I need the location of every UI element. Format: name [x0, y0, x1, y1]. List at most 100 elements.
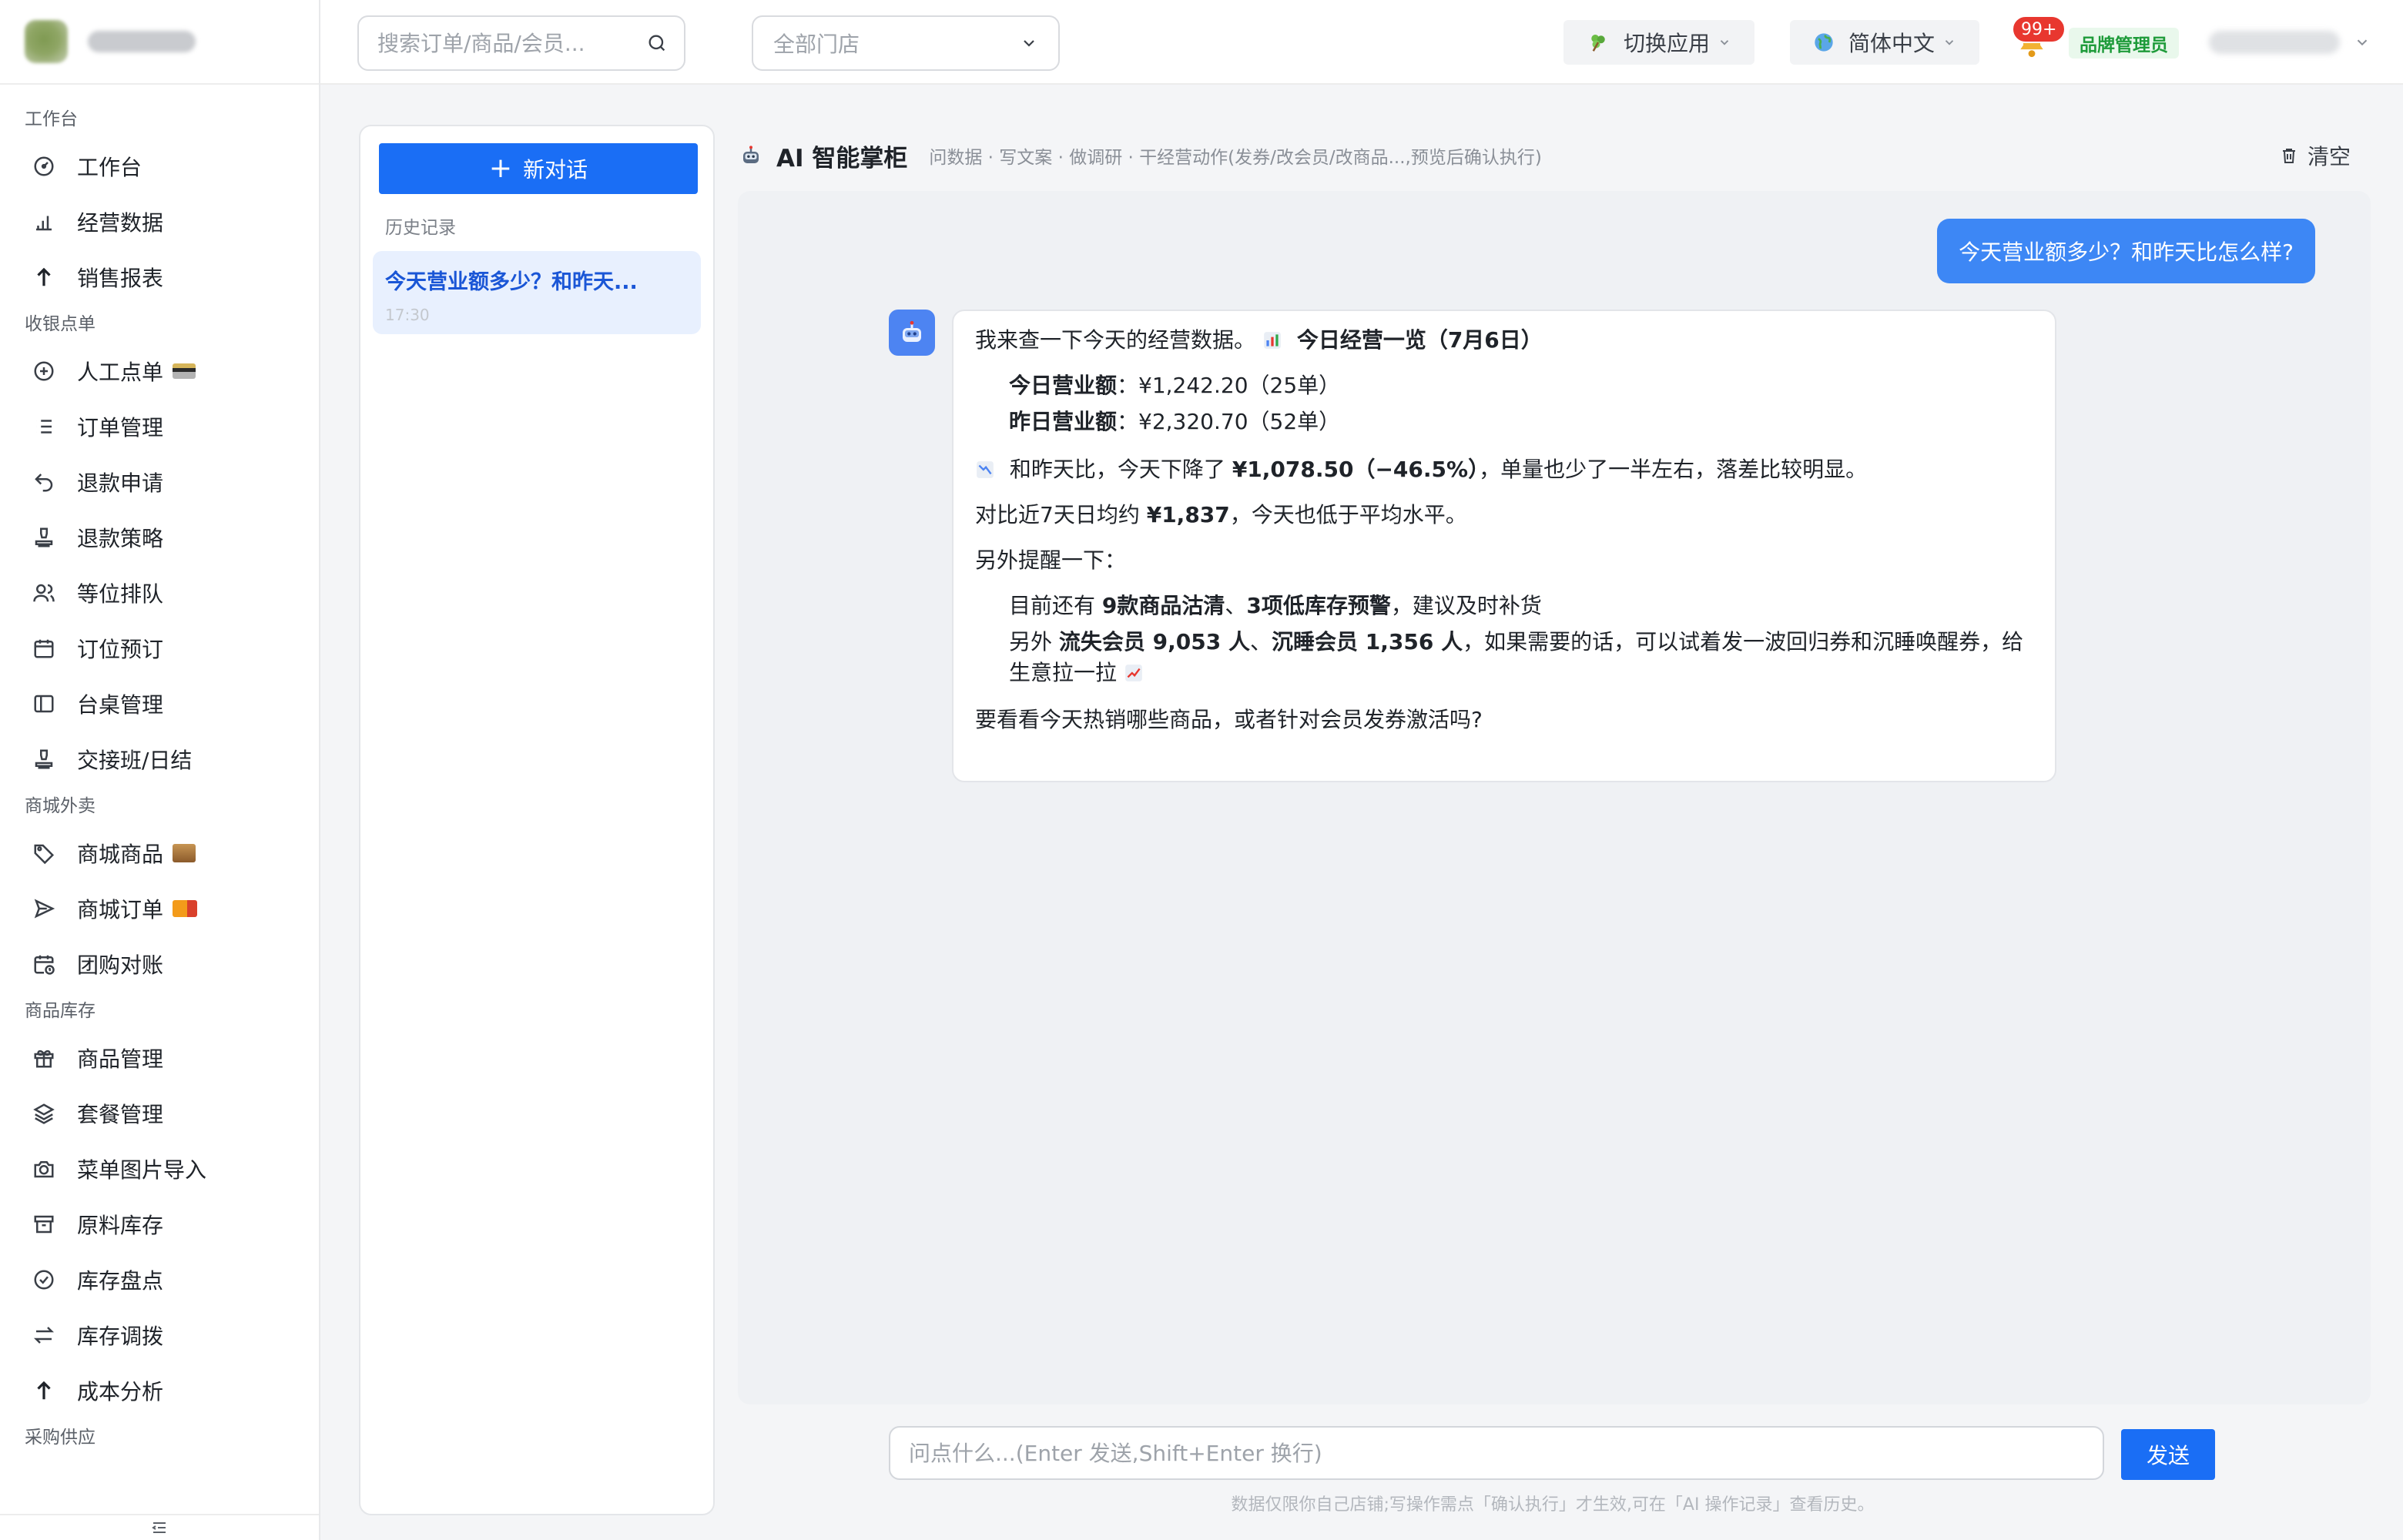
bot-avatar — [889, 310, 935, 356]
history-item-text: 今天营业额多少？和昨天... — [385, 270, 638, 294]
plus-circle-icon — [31, 358, 57, 384]
member-sleeping: 沉睡会员 1,356 人 — [1272, 629, 1463, 655]
chat-subtitle: 问数据 · 写文案 · 做调研 · 干经营动作(发券/改会员/改商品...,预览… — [929, 148, 1542, 168]
switch-app-button[interactable]: 切换应用 — [1563, 20, 1755, 65]
sidebar-item-label: 商城商品 — [77, 842, 164, 867]
trash-icon — [2280, 146, 2298, 165]
sidebar: 工作台 工作台 经营数据 销售报表 收银点单 人工点单 订单管理 退款申请 退款… — [0, 0, 320, 1540]
switch-app-label: 切换应用 — [1624, 31, 1711, 56]
yesterday-revenue-value: ：¥2,320.70（52单） — [1117, 409, 1341, 435]
sidebar-item-label: 工作台 — [77, 155, 142, 180]
globe-icon — [1813, 32, 1835, 53]
sidebar-item-menu-image-import[interactable]: 菜单图片导入 — [0, 1141, 319, 1197]
sidebar-item-stocktake[interactable]: 库存盘点 — [0, 1252, 319, 1307]
history-item[interactable]: 今天营业额多少？和昨天... 17:30 — [373, 251, 701, 334]
arrow-up-icon — [31, 1378, 57, 1404]
sidebar-item-label: 成本分析 — [77, 1379, 164, 1404]
archive-icon — [31, 1211, 57, 1237]
today-revenue-line: 今日营业额：¥1,242.20（25单） — [975, 370, 2033, 400]
history-panel: + 新对话 历史记录 今天营业额多少？和昨天... 17:30 — [359, 125, 715, 1515]
sidebar-item-shift-handover[interactable]: 交接班/日结 — [0, 732, 319, 787]
clear-button[interactable]: 清空 — [2261, 132, 2369, 179]
sidebar-item-label: 订单管理 — [77, 415, 164, 440]
package-icon — [173, 844, 196, 862]
sidebar-item-business-data[interactable]: 经营数据 — [0, 194, 319, 249]
group-title-cashier: 收银点单 — [25, 314, 96, 334]
sidebar-item-label: 退款策略 — [77, 526, 164, 551]
send-icon — [31, 896, 57, 922]
avg-post: ，今天也低于平均水平。 — [1229, 501, 1467, 527]
sidebar-item-manual-order[interactable]: 人工点单 — [0, 343, 319, 399]
search-box[interactable] — [357, 15, 685, 71]
undo-icon — [31, 469, 57, 495]
arrow-up-icon — [31, 264, 57, 290]
sidebar-item-mall-products[interactable]: 商城商品 — [0, 825, 319, 881]
sidebar-item-raw-material-stock[interactable]: 原料库存 — [0, 1197, 319, 1252]
brand-name-blurred — [88, 31, 196, 52]
chat-title: AI 智能掌柜 — [776, 144, 908, 172]
member-alert-line: 另外 流失会员 9,053 人、沉睡会员 1,356 人，如果需要的话，可以试着… — [975, 627, 2033, 687]
sidebar-item-cost-analysis[interactable]: 成本分析 — [0, 1363, 319, 1418]
sidebar-item-label: 库存调拨 — [77, 1324, 164, 1349]
sidebar-item-combo-management[interactable]: 套餐管理 — [0, 1086, 319, 1141]
sidebar-item-product-management[interactable]: 商品管理 — [0, 1030, 319, 1086]
sidebar-collapse-button[interactable] — [0, 1514, 319, 1540]
new-chat-label: 新对话 — [523, 157, 588, 182]
search-input[interactable] — [377, 30, 646, 56]
bar-chart-icon — [1262, 330, 1282, 350]
sidebar-item-label: 台桌管理 — [77, 692, 164, 718]
chevron-down-icon — [1020, 34, 1038, 52]
gift-icon — [31, 1045, 57, 1071]
store-select-value: 全部门店 — [773, 32, 860, 57]
new-chat-button[interactable]: + 新对话 — [379, 143, 698, 194]
compare-amount: ¥1,078.50（−46.5%） — [1232, 456, 1480, 482]
stock-alert-line: 目前还有 9款商品沽清、3项低库存预警，建议及时补货 — [975, 591, 2033, 621]
member-lost: 流失会员 9,053 人 — [1058, 629, 1250, 655]
stamp-icon — [31, 524, 57, 551]
chevron-down-icon — [1718, 35, 1731, 49]
chevron-down-icon[interactable] — [2354, 34, 2371, 51]
clover-icon — [1587, 31, 1610, 54]
collapse-icon — [150, 1518, 169, 1537]
store-select[interactable]: 全部门店 — [752, 15, 1060, 71]
language-switch-button[interactable]: 简体中文 — [1790, 20, 1980, 65]
today-revenue-label: 今日营业额 — [1009, 373, 1118, 399]
chat-input[interactable] — [889, 1426, 2104, 1480]
robot-icon — [898, 319, 926, 346]
sidebar-item-mall-orders[interactable]: 商城订单 — [0, 881, 319, 936]
avg-amount: ¥1,837 — [1146, 501, 1230, 527]
bot-overview-title: 今日经营一览（7月6日） — [1296, 327, 1543, 353]
search-icon[interactable] — [646, 32, 668, 54]
sidebar-item-order-management[interactable]: 订单管理 — [0, 399, 319, 454]
layers-icon — [31, 1100, 57, 1127]
remind-line: 另外提醒一下： — [975, 547, 1127, 573]
sidebar-item-refund-policy[interactable]: 退款策略 — [0, 510, 319, 565]
list-icon — [31, 413, 57, 440]
member-sep: 、 — [1249, 629, 1272, 655]
sidebar-item-workbench[interactable]: 工作台 — [0, 139, 319, 194]
group-title-procurement: 采购供应 — [25, 1428, 96, 1448]
stock-pre: 目前还有 — [1009, 593, 1102, 619]
language-label: 简体中文 — [1848, 31, 1935, 56]
stamp-icon — [31, 746, 57, 772]
sidebar-item-reservation[interactable]: 订位预订 — [0, 621, 319, 676]
clear-label: 清空 — [2307, 144, 2351, 169]
sidebar-item-sales-report[interactable]: 销售报表 — [0, 249, 319, 305]
sidebar-item-queue[interactable]: 等位排队 — [0, 565, 319, 621]
stock-post: ，建议及时补货 — [1390, 593, 1542, 619]
group-title-workbench: 工作台 — [25, 109, 78, 129]
sidebar-item-stock-transfer[interactable]: 库存调拨 — [0, 1307, 319, 1363]
user-name-blurred[interactable] — [2209, 31, 2340, 54]
sidebar-item-label: 退款申请 — [77, 470, 164, 496]
sidebar-menu: 工作台 工作台 经营数据 销售报表 收银点单 人工点单 订单管理 退款申请 退款… — [0, 85, 319, 1457]
bar-chart-icon — [31, 209, 57, 235]
sidebar-item-group-buy-reconcile[interactable]: 团购对账 — [0, 936, 319, 992]
send-button[interactable]: 发送 — [2121, 1429, 2215, 1480]
brand[interactable] — [0, 0, 319, 85]
dashboard-icon — [31, 153, 57, 179]
trend-down-icon — [975, 460, 995, 480]
role-tag: 品牌管理员 — [2069, 28, 2179, 59]
sidebar-item-label: 原料库存 — [77, 1213, 164, 1238]
sidebar-item-refund-request[interactable]: 退款申请 — [0, 454, 319, 510]
sidebar-item-table-management[interactable]: 台桌管理 — [0, 676, 319, 732]
